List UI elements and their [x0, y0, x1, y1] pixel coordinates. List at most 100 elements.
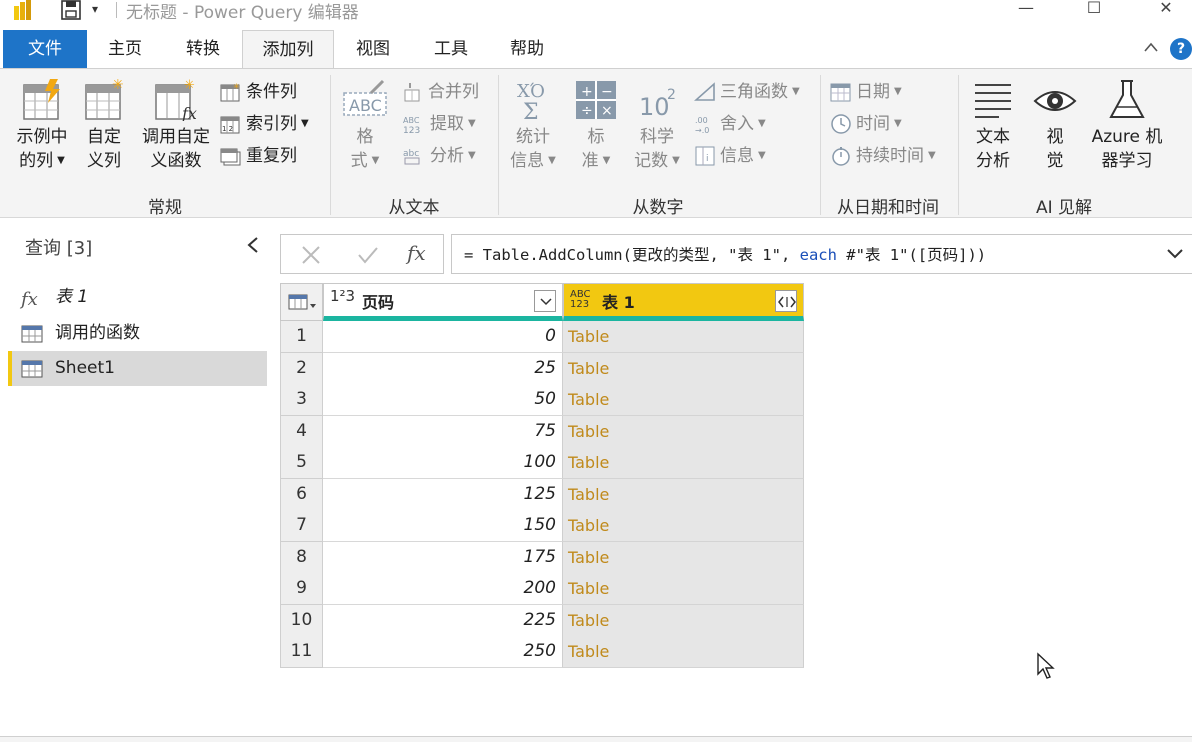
row-number[interactable]: 5: [280, 447, 323, 479]
table-row[interactable]: 4 75 Table: [280, 415, 804, 448]
standard-button[interactable]: + − ÷ × 标 准 ▼: [570, 79, 622, 173]
chevron-down-icon: ▼: [672, 155, 680, 166]
parse-button[interactable]: abc 分析 ▼: [402, 143, 476, 169]
cell-page[interactable]: 225: [323, 604, 563, 637]
tab-help[interactable]: 帮助: [496, 30, 558, 68]
collapse-ribbon-icon[interactable]: [1143, 40, 1159, 54]
time-button[interactable]: 时间 ▼: [830, 111, 902, 137]
cell-table-link[interactable]: Table: [563, 604, 804, 637]
format-button[interactable]: ABC 格 式 ▼: [338, 79, 392, 173]
table-row[interactable]: 5 100 Table: [280, 447, 804, 479]
scientific-button[interactable]: 10 2 科学 记数 ▼: [628, 79, 686, 173]
duration-button[interactable]: 持续时间 ▼: [830, 143, 936, 169]
cell-page[interactable]: 175: [323, 541, 563, 574]
tab-tools[interactable]: 工具: [420, 30, 482, 68]
fx-icon[interactable]: fx: [407, 241, 426, 265]
column-filter-button[interactable]: [534, 290, 556, 312]
cell-page[interactable]: 250: [323, 636, 563, 668]
table-row[interactable]: 1 0 Table: [280, 321, 804, 353]
row-number[interactable]: 9: [280, 573, 323, 605]
expand-column-button[interactable]: [775, 290, 797, 312]
cell-table-link[interactable]: Table: [563, 352, 804, 385]
table-row[interactable]: 7 150 Table: [280, 510, 804, 542]
query-item-invoked-function[interactable]: 调用的函数: [8, 316, 267, 351]
table-row[interactable]: 2 25 Table: [280, 352, 804, 385]
row-number[interactable]: 2: [280, 352, 323, 385]
extract-button[interactable]: ABC 123 提取 ▼: [402, 111, 476, 137]
cell-page[interactable]: 200: [323, 573, 563, 605]
close-button[interactable]: ✕: [1146, 0, 1186, 20]
cell-page[interactable]: 100: [323, 447, 563, 479]
any-type-icon[interactable]: ABC 123: [570, 290, 594, 310]
column-from-examples-button[interactable]: 示例中 的列 ▼: [8, 79, 76, 173]
custom-column-label-1: 自定: [87, 127, 121, 147]
tab-home[interactable]: 主页: [92, 30, 158, 68]
azure-ml-button[interactable]: Azure 机 器学习: [1086, 79, 1168, 173]
row-number[interactable]: 4: [280, 415, 323, 448]
index-column-button[interactable]: 1 2 索引列 ▼: [220, 111, 309, 137]
cell-page[interactable]: 25: [323, 352, 563, 385]
tab-transform[interactable]: 转换: [170, 30, 236, 68]
tab-file[interactable]: 文件: [3, 30, 87, 68]
cell-page[interactable]: 125: [323, 478, 563, 511]
query-item-sheet1[interactable]: Sheet1: [8, 351, 267, 386]
table-row[interactable]: 11 250 Table: [280, 636, 804, 668]
duplicate-column-button[interactable]: 重复列: [220, 143, 297, 169]
formula-input[interactable]: = Table.AddColumn(更改的类型, "表 1", each #"表…: [451, 234, 1192, 274]
cell-page[interactable]: 75: [323, 415, 563, 448]
row-number[interactable]: 3: [280, 384, 323, 416]
invoke-custom-function-label-1: 调用自定: [142, 127, 210, 147]
table-row[interactable]: 9 200 Table: [280, 573, 804, 605]
commit-formula-icon[interactable]: [357, 245, 379, 265]
column-header-table1[interactable]: ABC 123 表 1: [563, 283, 804, 321]
information-button[interactable]: i 信息 ▼: [694, 143, 766, 169]
maximize-button[interactable]: ☐: [1074, 0, 1114, 20]
table-row[interactable]: 10 225 Table: [280, 604, 804, 637]
cell-page[interactable]: 0: [323, 321, 563, 353]
cell-table-link[interactable]: Table: [563, 384, 804, 416]
cell-page[interactable]: 50: [323, 384, 563, 416]
cancel-formula-icon[interactable]: [301, 245, 321, 265]
cell-table-link[interactable]: Table: [563, 321, 804, 353]
query-item-table1[interactable]: fx 表 1: [8, 280, 267, 315]
quick-access-dropdown-icon[interactable]: ▾: [92, 2, 98, 16]
row-number[interactable]: 8: [280, 541, 323, 574]
invoke-custom-function-button[interactable]: ✳ fx 调用自定 义函数: [136, 79, 216, 173]
table-options-button[interactable]: [280, 283, 323, 321]
help-icon[interactable]: ?: [1170, 38, 1192, 60]
table-row[interactable]: 8 175 Table: [280, 541, 804, 574]
cell-page[interactable]: 150: [323, 510, 563, 542]
cell-table-link[interactable]: Table: [563, 573, 804, 605]
row-number[interactable]: 1: [280, 321, 323, 353]
cell-table-link[interactable]: Table: [563, 415, 804, 448]
row-number[interactable]: 6: [280, 478, 323, 511]
statistics-button[interactable]: XΌ Σ 统计 信息 ▼: [504, 79, 562, 173]
merge-columns-button[interactable]: 合并列: [402, 79, 479, 105]
minimize-button[interactable]: —: [1006, 0, 1046, 20]
cell-table-link[interactable]: Table: [563, 478, 804, 511]
row-number[interactable]: 11: [280, 636, 323, 668]
custom-column-button[interactable]: ✳ 自定 义列: [80, 79, 128, 173]
tab-view[interactable]: 视图: [342, 30, 404, 68]
save-icon[interactable]: [60, 0, 82, 20]
rounding-button[interactable]: .00 →.0 舍入 ▼: [694, 111, 766, 137]
whole-number-type-icon[interactable]: 1²3: [330, 289, 355, 304]
row-number[interactable]: 7: [280, 510, 323, 542]
text-analytics-button[interactable]: 文本 分析: [966, 79, 1020, 173]
cell-table-link[interactable]: Table: [563, 541, 804, 574]
vision-button[interactable]: 视 觉: [1030, 79, 1080, 173]
row-number[interactable]: 10: [280, 604, 323, 637]
table-row[interactable]: 6 125 Table: [280, 478, 804, 511]
table-row[interactable]: 3 50 Table: [280, 384, 804, 416]
tab-add-column[interactable]: 添加列: [242, 30, 334, 69]
column-header-page[interactable]: 1²3 页码: [323, 283, 563, 321]
cell-table-link[interactable]: Table: [563, 510, 804, 542]
expand-formula-icon[interactable]: [1166, 248, 1184, 260]
date-button[interactable]: 日期 ▼: [830, 79, 902, 105]
conditional-column-button[interactable]: ✳ 条件列: [220, 79, 297, 105]
cell-table-link[interactable]: Table: [563, 447, 804, 479]
text-analytics-label-2: 分析: [976, 151, 1010, 171]
trigonometry-button[interactable]: 三角函数 ▼: [694, 79, 800, 105]
cell-table-link[interactable]: Table: [563, 636, 804, 668]
collapse-pane-icon[interactable]: [246, 236, 260, 254]
